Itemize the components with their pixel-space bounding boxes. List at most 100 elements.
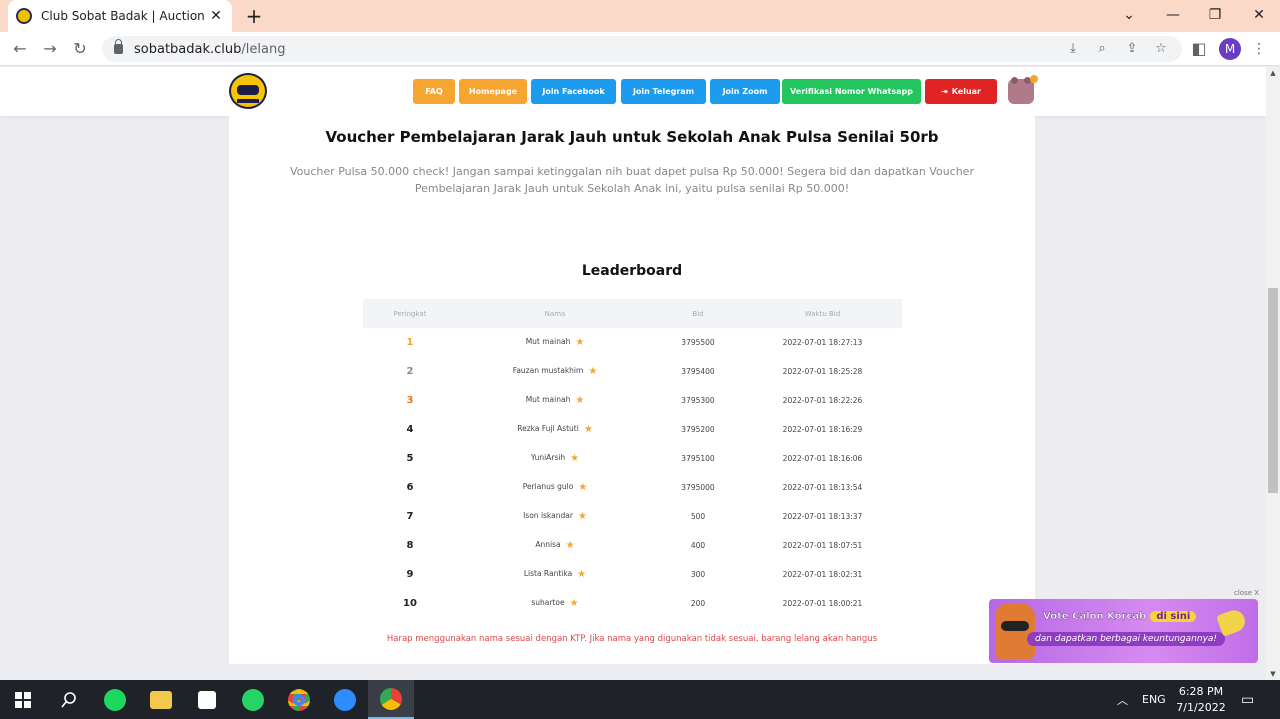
bookmark-star-icon[interactable]: ☆ [1152,40,1170,58]
nav-button-faq[interactable]: FAQ [413,79,455,104]
ad-close-button[interactable]: close X [1234,589,1259,597]
notification-badge [1030,75,1038,83]
star-icon: ★ [577,569,587,580]
star-icon: ★ [583,424,593,435]
nav-button-keluar[interactable]: ⇥ Keluar [925,79,997,104]
forward-icon[interactable]: → [39,38,61,60]
language-indicator[interactable]: ENG [1142,680,1166,719]
nav-button-join-facebook[interactable]: Join Facebook [531,79,616,104]
bid-cell: 3795000 [681,483,715,492]
time-cell: 2022-07-01 18:02:31 [782,570,863,579]
profile-avatar[interactable]: M [1219,38,1241,60]
table-row: 9 Lista Rantika ★ 300 2022-07-01 18:02:31 [363,560,902,589]
zoom-taskbar-button[interactable] [322,680,368,719]
star-icon: ★ [588,366,598,377]
star-icon: ★ [577,511,587,522]
windows-taskbar: ︿ ENG 6:28 PM 7/1/2022 ▭ [0,680,1280,719]
rank-cell: 5 [406,453,414,464]
rank-cell: 2 [406,366,414,377]
new-tab-button[interactable]: + [244,4,264,28]
product-title: Voucher Pembelajaran Jarak Jauh untuk Se… [325,128,939,146]
table-row: 1 Mut mainah ★ 3795500 2022-07-01 18:27:13 [363,328,902,357]
notes-taskbar-button[interactable] [184,680,230,719]
start-button[interactable] [0,680,46,719]
browser-menu-icon[interactable]: ⋮ [1251,38,1267,60]
scrollbar-thumb[interactable] [1268,288,1278,493]
file-explorer-taskbar-button[interactable] [138,680,184,719]
name-warning: Harap menggunakan nama sesuai dengan KTP… [386,634,878,644]
table-row: 10 suhartoe ★ 200 2022-07-01 18:00:21 [363,589,902,618]
url-text: sobatbadak.club/lelang [134,41,286,57]
header-nama: Nama [544,309,566,318]
table-row: 8 Annisa ★ 400 2022-07-01 18:07:51 [363,531,902,560]
mascot-image [995,603,1035,659]
spotify-taskbar-button[interactable] [92,680,138,719]
bid-cell: 3795100 [681,454,715,463]
nav-button-homepage[interactable]: Homepage [459,79,527,104]
back-icon[interactable]: ← [9,38,31,60]
install-icon[interactable]: ⤓ [1064,40,1082,58]
system-clock[interactable]: 6:28 PM 7/1/2022 [1172,684,1230,716]
table-row: 4 Rezka Fuji Astuti ★ 3795200 2022-07-01 18:… [363,415,902,444]
restore-button[interactable]: ❐ [1200,4,1230,28]
clock-time: 6:28 PM [1178,685,1224,698]
search-icon [61,691,76,707]
table-row: 5 YuniArsih ★ 3795100 2022-07-01 18:16:06 [363,444,902,473]
site-logo[interactable] [229,73,267,109]
time-cell: 2022-07-01 18:16:29 [782,425,863,434]
search-button[interactable] [46,680,92,719]
name-cell: YuniArsih ★ [530,453,580,464]
nav-button-label: Join Telegram [632,87,695,96]
table-row: 2 Fauzan mustakhim ★ 3795400 2022-07-01 18:2… [363,357,902,386]
time-cell: 2022-07-01 18:22:26 [782,396,863,405]
browser-tab[interactable]: Club Sobat Badak | Auction ✕ [8,0,232,32]
tab-title: Club Sobat Badak | Auction [41,9,205,23]
header-peringkat: Peringkat [393,309,427,318]
spotify-icon [104,688,126,711]
rank-cell: 9 [406,569,414,580]
name-cell: Fauzan mustakhim ★ [512,366,598,377]
minimize-button[interactable]: — [1158,4,1188,28]
vote-ad-banner[interactable]: Vote Calon Korcab di sini dan dapatkan be… [989,599,1258,663]
bid-cell: 400 [690,541,706,550]
tab-search-icon[interactable]: ⌄ [1114,4,1144,28]
name-cell: suhartoe ★ [531,598,579,609]
star-icon: ★ [570,453,580,464]
name-cell: Ison iskandar ★ [523,511,587,522]
chrome-icon [288,688,310,711]
chrome-profile-taskbar-button[interactable] [368,680,414,719]
tray-overflow-icon[interactable]: ︿ [1117,680,1128,719]
time-cell: 2022-07-01 18:00:21 [782,599,863,608]
share-icon[interactable]: ⇪ [1123,40,1141,58]
site-favicon-icon [16,8,32,24]
chrome-taskbar-button[interactable] [276,680,322,719]
bid-cell: 300 [690,570,706,579]
nav-button-join-telegram[interactable]: Join Telegram [621,79,706,104]
nav-button-verifikasi-nomor-whatsapp[interactable]: Verifikasi Nomor Whatsapp [782,79,921,104]
reload-icon[interactable]: ↻ [69,38,91,60]
star-icon: ★ [575,337,585,348]
time-cell: 2022-07-01 18:27:13 [782,338,863,347]
ad-subline: dan dapatkan berbagai keuntungannya! [1027,632,1226,646]
logout-icon: ⇥ [941,87,948,96]
rank-cell: 3 [406,395,414,406]
chrome-profile-icon [380,687,402,710]
side-panel-icon[interactable]: ◧ [1188,38,1210,60]
ad-headline: Vote Calon Korcab di sini [1043,611,1197,622]
time-cell: 2022-07-01 18:13:37 [782,512,863,521]
bid-cell: 3795400 [681,367,715,376]
address-bar[interactable]: sobatbadak.club/lelang ⤓ ⌕ ⇪ ☆ [102,36,1182,62]
zoom-icon[interactable]: ⌕ [1093,40,1111,58]
time-cell: 2022-07-01 18:16:06 [782,454,863,463]
leaderboard-title: Leaderboard [581,263,683,279]
name-cell: Mut mainah ★ [525,395,585,406]
scroll-down-arrow-icon[interactable]: ▼ [1266,668,1280,680]
nav-button-join-zoom[interactable]: Join Zoom [710,79,780,104]
close-tab-icon[interactable]: ✕ [208,8,224,24]
bid-cell: 200 [690,599,706,608]
whatsapp-taskbar-button[interactable] [230,680,276,719]
scroll-up-arrow-icon[interactable]: ▲ [1266,67,1280,79]
notification-center-icon[interactable]: ▭ [1241,680,1254,719]
user-avatar[interactable] [1008,77,1034,104]
close-window-button[interactable]: ✕ [1244,4,1274,28]
